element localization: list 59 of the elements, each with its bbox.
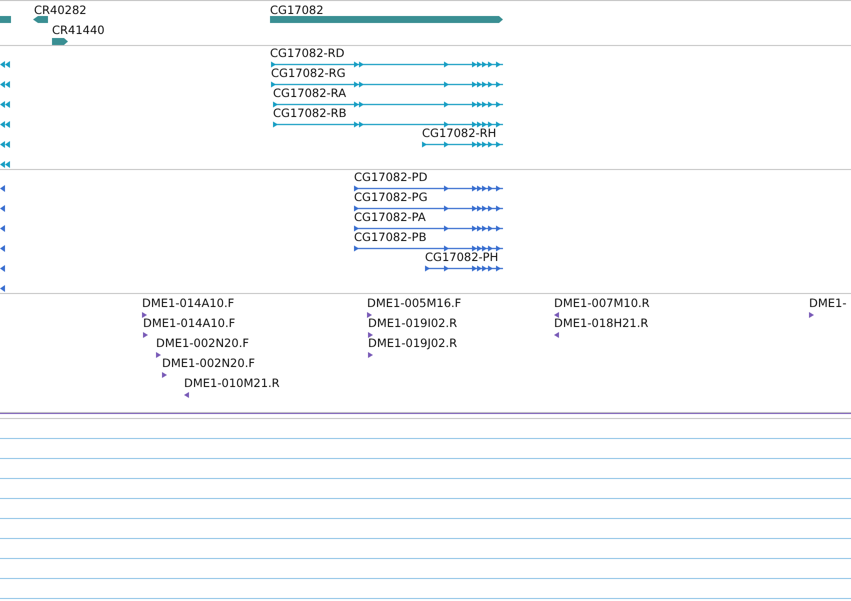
protein-label: CG17082-PB (354, 231, 426, 244)
partial-feature-icon (0, 161, 10, 168)
clone-label: DME1- (809, 297, 847, 310)
gene-label: CR40282 (34, 4, 87, 17)
clone-glyph[interactable] (143, 332, 148, 338)
clone-label: DME1-014A10.F (142, 297, 234, 310)
protein-label: CG17082-PG (354, 191, 428, 204)
clone-glyph[interactable] (162, 372, 167, 378)
transcript-glyph[interactable] (422, 141, 504, 148)
clone-glyph[interactable] (554, 332, 559, 338)
gene-label: CR41440 (52, 24, 105, 37)
clone-glyph[interactable] (367, 312, 372, 318)
gene-glyph[interactable] (33, 16, 48, 23)
transcript-label: CG17082-RG (271, 67, 346, 80)
transcript-glyph[interactable] (273, 101, 504, 108)
clone-glyph[interactable] (554, 312, 559, 318)
partial-feature-icon (0, 245, 5, 252)
protein-label: CG17082-PD (354, 171, 428, 184)
partial-feature-icon (0, 185, 5, 192)
clone-label: DME1-002N20.F (156, 337, 249, 350)
gene-label: CG17082 (270, 4, 324, 17)
partial-feature-icon (0, 61, 10, 68)
protein-glyph[interactable] (354, 185, 504, 192)
transcript-label: CG17082-RH (422, 127, 496, 140)
clone-glyph[interactable] (809, 312, 814, 318)
transcript-glyph[interactable] (271, 61, 504, 68)
clone-label: DME1-014A10.F (143, 317, 236, 330)
protein-glyph[interactable] (354, 245, 504, 252)
transcript-label: CG17082-RD (270, 47, 345, 60)
gene-glyph[interactable] (52, 38, 68, 45)
clone-label: DME1-005M16.F (367, 297, 462, 310)
partial-feature-icon (0, 121, 10, 128)
partial-feature-icon (0, 285, 5, 292)
transcript-label: CG17082-RA (273, 87, 346, 100)
clone-label: DME1-002N20.F (162, 357, 255, 370)
clone-label: DME1-019J02.R (368, 337, 458, 350)
protein-glyph[interactable] (354, 205, 504, 212)
protein-label: CG17082-PA (354, 211, 426, 224)
protein-label: CG17082-PH (425, 251, 498, 264)
partial-feature-icon (0, 81, 10, 88)
clone-glyph[interactable] (156, 352, 161, 358)
clone-label: DME1-019I02.R (368, 317, 458, 330)
protein-glyph[interactable] (425, 265, 504, 272)
clone-label: DME1-018H21.R (554, 317, 648, 330)
clone-glyph[interactable] (368, 352, 373, 358)
transcript-label: CG17082-RB (273, 107, 347, 120)
clone-glyph[interactable] (142, 312, 147, 318)
protein-glyph[interactable] (354, 225, 504, 232)
partial-feature-icon (0, 101, 10, 108)
transcript-glyph[interactable] (271, 81, 504, 88)
partial-feature-icon (0, 205, 5, 212)
partial-feature-icon (0, 141, 10, 148)
partial-feature-icon (0, 265, 5, 272)
clone-glyph[interactable] (184, 392, 189, 398)
clone-label: DME1-007M10.R (554, 297, 650, 310)
transcript-glyph[interactable] (273, 121, 504, 128)
clone-label: DME1-010M21.R (184, 377, 280, 390)
partial-feature-icon (0, 225, 5, 232)
clone-glyph[interactable] (368, 332, 373, 338)
